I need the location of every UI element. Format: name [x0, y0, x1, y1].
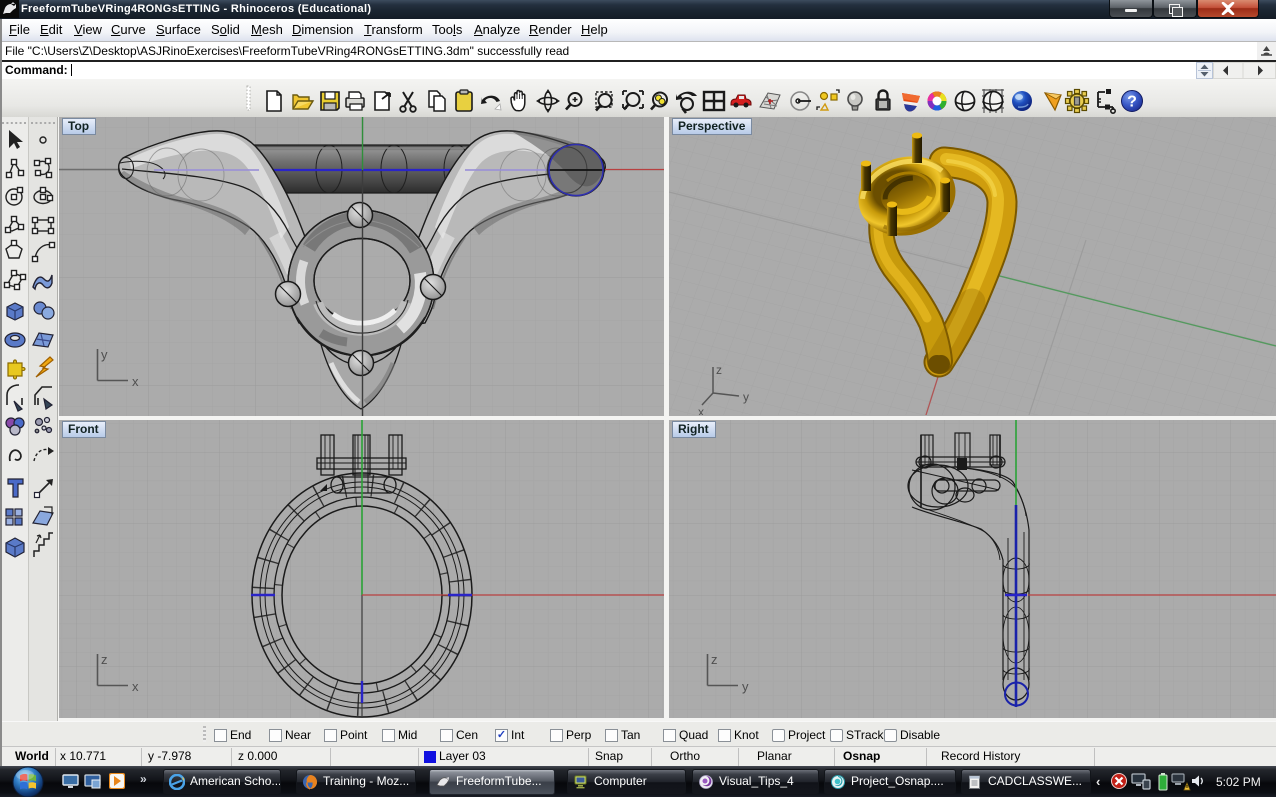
svg-text:z: z	[101, 652, 108, 667]
svg-text:y: y	[742, 679, 749, 694]
svg-text:y: y	[101, 347, 108, 362]
svg-text:?: ?	[1127, 94, 1137, 111]
svg-text:x: x	[698, 405, 704, 415]
svg-text:x: x	[132, 679, 139, 694]
svg-text:x: x	[132, 374, 139, 389]
svg-text:y: y	[743, 390, 749, 404]
svg-text:z: z	[711, 652, 718, 667]
svg-text:z: z	[716, 363, 722, 377]
